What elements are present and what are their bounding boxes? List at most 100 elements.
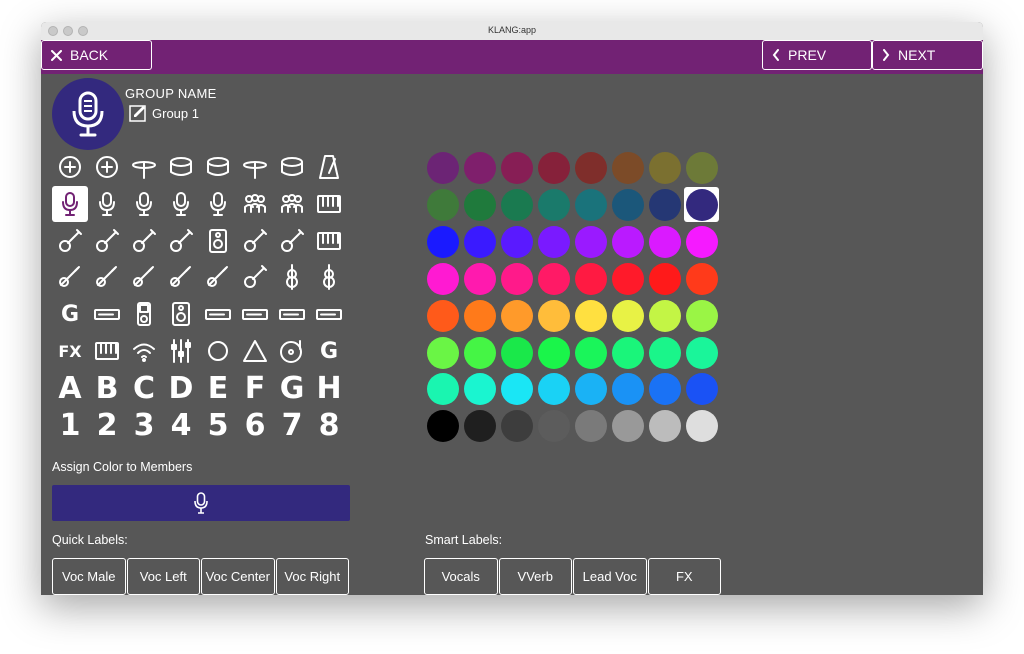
voice-reverb-icon-option[interactable]: [163, 186, 199, 222]
cello-icon-option[interactable]: [311, 259, 347, 295]
cymbal-icon-option[interactable]: [237, 149, 273, 185]
color-swatch[interactable]: [538, 373, 570, 406]
color-swatch[interactable]: [575, 188, 607, 221]
microphone-stand-icon-option[interactable]: [126, 186, 162, 222]
clarinet-icon-option[interactable]: [200, 259, 236, 295]
color-swatch[interactable]: [501, 299, 533, 332]
male-voice-icon-option[interactable]: [89, 186, 125, 222]
acoustic-guitar-icon-option[interactable]: [126, 223, 162, 259]
piano-icon-option[interactable]: [311, 223, 347, 259]
letter-d-option[interactable]: D: [163, 370, 199, 406]
guiro-icon-option[interactable]: [89, 149, 125, 185]
letter-g-option[interactable]: G: [274, 370, 310, 406]
smart-label-button[interactable]: FX: [647, 558, 721, 595]
condenser-mic-icon-option[interactable]: [200, 186, 236, 222]
snare-drum-icon-option[interactable]: [163, 149, 199, 185]
color-swatch[interactable]: [427, 410, 459, 443]
color-swatch[interactable]: [501, 188, 533, 221]
color-swatch[interactable]: [649, 262, 681, 295]
color-swatch[interactable]: [501, 152, 533, 184]
color-swatch[interactable]: [575, 373, 607, 406]
number-5-option[interactable]: 5: [200, 407, 236, 443]
electric-guitar-2-icon-option[interactable]: [237, 223, 273, 259]
number-8-option[interactable]: 8: [311, 407, 347, 443]
letter-h-option[interactable]: H: [311, 370, 347, 406]
saxophone-icon-option[interactable]: [126, 259, 162, 295]
color-swatch[interactable]: [538, 152, 570, 184]
bass-drum-icon-option[interactable]: [200, 149, 236, 185]
color-swatch[interactable]: [575, 336, 607, 369]
color-swatch[interactable]: [501, 225, 533, 258]
color-swatch[interactable]: [686, 299, 718, 332]
color-swatch[interactable]: [612, 225, 644, 258]
color-swatch[interactable]: [649, 188, 681, 221]
assign-color-button[interactable]: [52, 485, 350, 521]
vinyl-icon-option[interactable]: [274, 333, 310, 369]
bass-guitar-icon-option[interactable]: [89, 223, 125, 259]
group-name-field[interactable]: Group 1: [129, 104, 199, 122]
color-swatch[interactable]: [575, 152, 607, 184]
quick-label-button[interactable]: Voc Left: [126, 558, 200, 595]
color-swatch[interactable]: [649, 373, 681, 406]
color-swatch[interactable]: [686, 262, 718, 295]
fx-icon-option[interactable]: FX: [52, 333, 88, 369]
color-swatch[interactable]: [686, 152, 718, 184]
color-swatch[interactable]: [612, 152, 644, 184]
color-swatch[interactable]: [612, 299, 644, 332]
fader-icon-option[interactable]: [163, 333, 199, 369]
rack-unit-1-icon-option[interactable]: [200, 296, 236, 332]
color-swatch[interactable]: [538, 262, 570, 295]
letter-f-option[interactable]: F: [237, 370, 273, 406]
color-swatch[interactable]: [427, 262, 459, 295]
letter-b-option[interactable]: B: [89, 370, 125, 406]
smart-label-button[interactable]: Vocals: [424, 558, 498, 595]
prev-button[interactable]: PREV: [762, 40, 872, 70]
audio-interface-icon-option[interactable]: [89, 296, 125, 332]
number-2-option[interactable]: 2: [89, 407, 125, 443]
smart-label-button[interactable]: VVerb: [498, 558, 572, 595]
color-swatch[interactable]: [501, 410, 533, 443]
color-swatch[interactable]: [501, 373, 533, 406]
color-swatch[interactable]: [649, 152, 681, 184]
color-swatch[interactable]: [464, 299, 496, 332]
color-swatch[interactable]: [575, 299, 607, 332]
color-swatch[interactable]: [464, 262, 496, 295]
speaker-icon-option[interactable]: [163, 296, 199, 332]
audio-in-icon-option[interactable]: [52, 149, 88, 185]
color-swatch[interactable]: [612, 373, 644, 406]
smart-label-button[interactable]: Lead Voc: [573, 558, 647, 595]
choir-small-icon-option[interactable]: [237, 186, 273, 222]
color-swatch[interactable]: [686, 410, 718, 443]
color-swatch[interactable]: [464, 336, 496, 369]
horn-icon-option[interactable]: [52, 259, 88, 295]
color-swatch[interactable]: [427, 336, 459, 369]
color-swatch[interactable]: [464, 188, 496, 221]
color-swatch[interactable]: [612, 336, 644, 369]
trombone-icon-option[interactable]: [89, 259, 125, 295]
number-1-option[interactable]: 1: [52, 407, 88, 443]
color-swatch[interactable]: [575, 410, 607, 443]
color-swatch[interactable]: [538, 225, 570, 258]
letter-e-option[interactable]: E: [200, 370, 236, 406]
letter-a-option[interactable]: A: [52, 370, 88, 406]
bass-amp-icon-option[interactable]: [200, 223, 236, 259]
quick-label-button[interactable]: Voc Male: [52, 558, 126, 595]
g-logo-icon-option[interactable]: G: [52, 296, 88, 332]
next-button[interactable]: NEXT: [872, 40, 983, 70]
color-swatch[interactable]: [686, 188, 718, 221]
color-swatch[interactable]: [612, 410, 644, 443]
triangle-icon-option[interactable]: [237, 333, 273, 369]
color-swatch[interactable]: [649, 336, 681, 369]
color-swatch[interactable]: [649, 410, 681, 443]
rack-unit-2-icon-option[interactable]: [237, 296, 273, 332]
color-swatch[interactable]: [538, 410, 570, 443]
number-6-option[interactable]: 6: [237, 407, 273, 443]
electric-guitar-icon-option[interactable]: [52, 223, 88, 259]
violin-icon-option[interactable]: [274, 259, 310, 295]
choir-large-icon-option[interactable]: [274, 186, 310, 222]
acoustic-guitar-2-icon-option[interactable]: [274, 223, 310, 259]
number-4-option[interactable]: 4: [163, 407, 199, 443]
color-swatch[interactable]: [686, 225, 718, 258]
color-swatch[interactable]: [538, 188, 570, 221]
rack-unit-3-icon-option[interactable]: [274, 296, 310, 332]
